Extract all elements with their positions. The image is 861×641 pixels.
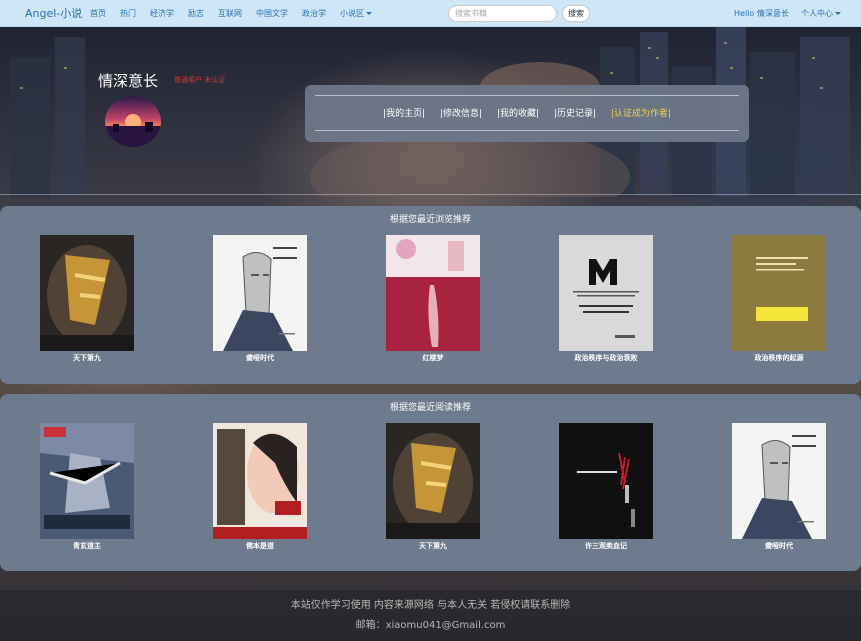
book-card[interactable]: 政治秩序的起源 [731,235,827,363]
book-card[interactable]: 红楼梦 [385,235,481,363]
book-card[interactable]: 许三观卖血记 [558,423,654,551]
user-menu-items: |我的主页| |修改信息| |我的收藏| |历史记录| |认证成为作者| [305,106,749,119]
book-title: 许三观卖血记 [585,542,627,550]
nav-link-politics[interactable]: 政治学 [302,8,326,19]
book-title: 聋哑时代 [765,542,793,550]
book-cover [386,423,480,539]
nav-link-hot[interactable]: 热门 [120,8,136,19]
caret-down-icon [366,11,372,15]
avatar[interactable] [105,96,161,147]
search-button[interactable]: 搜索 [562,5,590,22]
book-cover [40,423,134,539]
user-level-badge: 普通用户 未认证 [174,76,226,84]
reading-recommendation-section: 根据您最近阅读推荐 青玄道主 佛本是道 天下第九 许三观卖血记 聋哑时代 [0,394,861,571]
book-card[interactable]: 天下第九 [385,423,481,551]
menu-my-favorites[interactable]: |我的收藏| [497,109,539,119]
book-title: 青玄道主 [73,542,101,550]
footer-disclaimer: 本站仅作学习使用 内容来源网络 与本人无关 若侵权请联系删除 [290,600,571,611]
nav-dropdown-novels[interactable]: 小说区 [340,8,372,19]
menu-history[interactable]: |历史记录| [554,109,596,119]
browse-recommendation-section: 根据您最近浏览推荐 天下第九 聋哑时代 红楼梦 政治秩序与政治衰败 政治秩序的起… [0,206,861,384]
book-cover [213,423,307,539]
book-cover [386,235,480,351]
greeting-link[interactable]: Hello 情深意长 [734,8,789,19]
book-title: 政治秩序的起源 [754,354,804,362]
divider [0,194,861,195]
book-cover [732,235,826,351]
book-title: 政治秩序与政治衰败 [574,354,638,362]
nav-link-inspiration[interactable]: 励志 [188,8,204,19]
book-card[interactable]: 政治秩序与政治衰败 [558,235,654,363]
book-card[interactable]: 佛本是道 [212,423,308,551]
user-menu-panel: |我的主页| |修改信息| |我的收藏| |历史记录| |认证成为作者| [305,85,749,142]
book-title: 天下第九 [73,354,101,362]
book-cover [40,235,134,351]
book-card[interactable]: 天下第九 [39,235,135,363]
footer-email: 邮箱：xiaomu041@Gmail.com [355,620,506,631]
section-title: 根据您最近阅读推荐 [389,403,471,413]
top-navbar: Angel-小说 首页 热门 经济学 励志 互联网 中国文学 政治学 小说区 [0,0,861,27]
menu-my-homepage[interactable]: |我的主页| [383,109,425,119]
search-input[interactable] [448,5,557,22]
menu-become-author[interactable]: |认证成为作者| [611,109,671,119]
profile-username: 情深意长 [98,72,159,90]
footer: 本站仅作学习使用 内容来源网络 与本人无关 若侵权请联系删除 邮箱：xiaomu… [0,590,861,641]
brand-logo[interactable]: Angel-小说 [25,5,87,21]
book-cover [559,423,653,539]
menu-edit-info[interactable]: |修改信息| [440,109,482,119]
book-title: 天下第九 [419,542,447,550]
section-title: 根据您最近浏览推荐 [389,215,471,225]
book-cover [213,235,307,351]
book-cover [732,423,826,539]
divider [315,130,739,131]
book-card[interactable]: 青玄道主 [39,423,135,551]
nav-link-chinese-literature[interactable]: 中国文学 [256,8,288,19]
book-card[interactable]: 聋哑时代 [731,423,827,551]
nav-dropdown-label: 小说区 [340,8,364,18]
nav-links: 首页 热门 经济学 励志 互联网 中国文学 政治学 小说区 [90,8,386,19]
book-card[interactable]: 聋哑时代 [212,235,308,363]
book-title: 红楼梦 [422,354,444,362]
user-center-label: 个人中心 [801,9,833,18]
divider [315,95,739,96]
book-title: 聋哑时代 [246,354,274,362]
caret-down-icon [835,12,841,15]
nav-link-internet[interactable]: 互联网 [218,8,242,19]
book-cover [559,235,653,351]
user-center-dropdown[interactable]: 个人中心 [801,8,841,19]
nav-link-economics[interactable]: 经济学 [150,8,174,19]
book-title: 佛本是道 [246,542,274,550]
nav-link-home[interactable]: 首页 [90,8,106,19]
